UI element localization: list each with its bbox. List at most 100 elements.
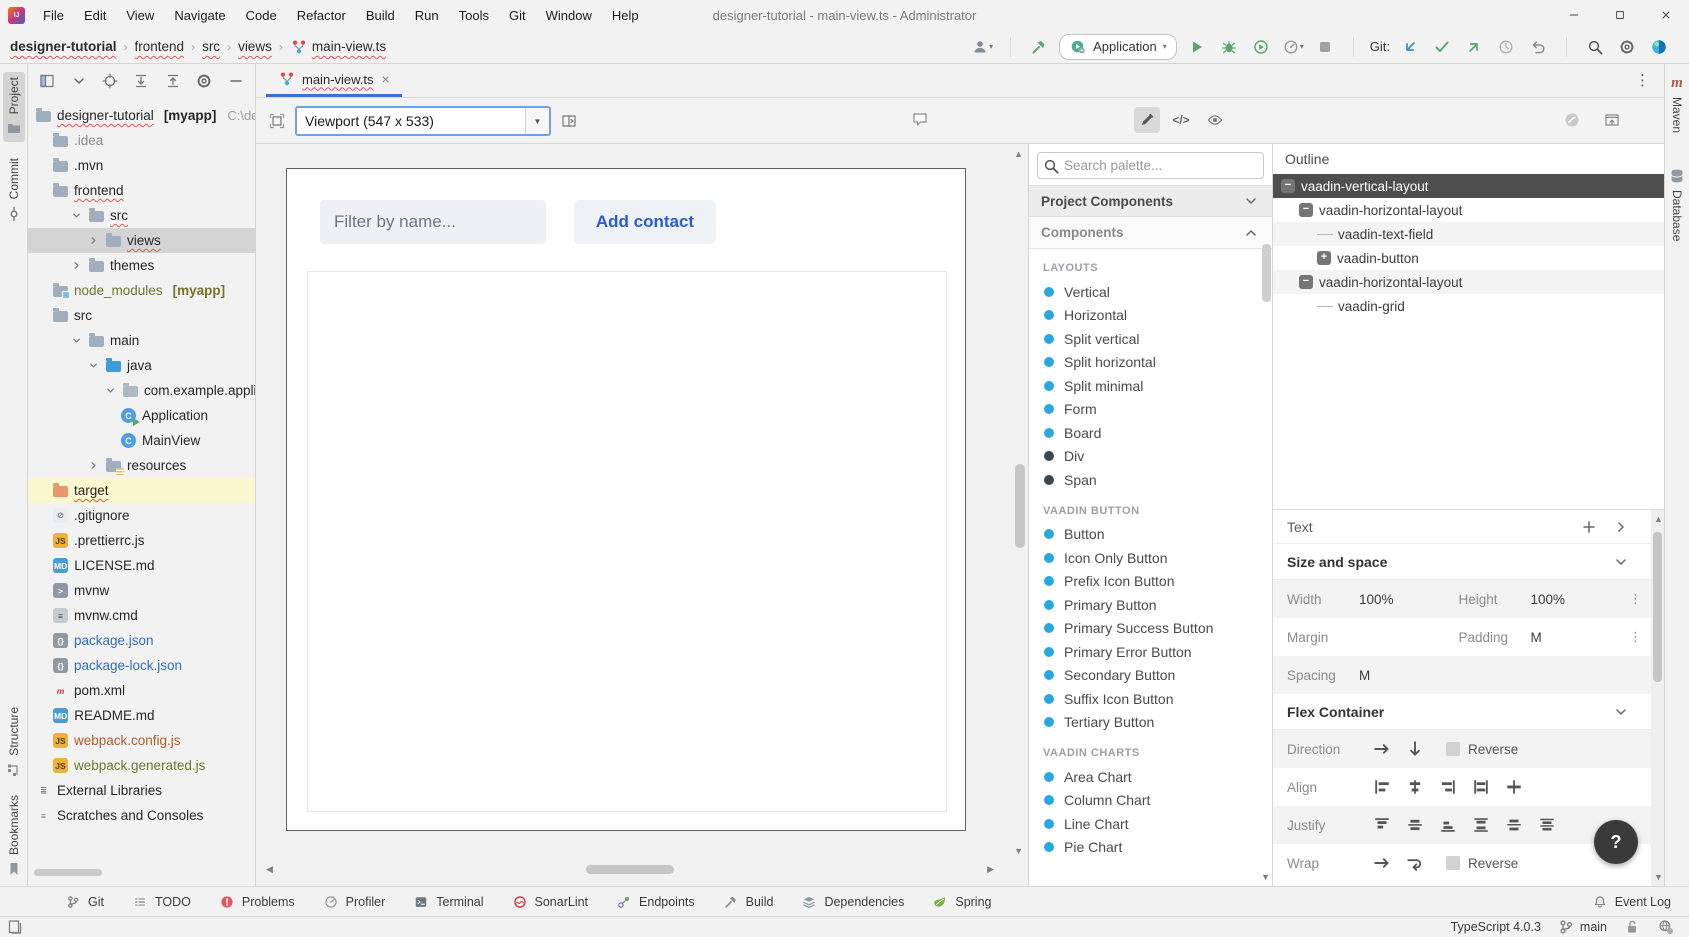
breadcrumb-item[interactable]: frontend [135, 39, 185, 54]
debug-button[interactable] [1217, 35, 1241, 59]
contacts-grid[interactable] [307, 271, 947, 812]
outline-item-vaadin-horizontal-layout[interactable]: −vaadin-horizontal-layout [1273, 198, 1664, 222]
max-button[interactable] [1597, 0, 1643, 30]
tree-item--prettierrc-js[interactable]: JS.prettierrc.js [28, 528, 255, 553]
breadcrumb-item[interactable]: src [202, 39, 220, 54]
palette-search-input[interactable] [1037, 152, 1264, 179]
menu-tools[interactable]: Tools [451, 5, 497, 26]
tree-item-webpack-config-js[interactable]: JSwebpack.config.js [28, 728, 255, 753]
menu-edit[interactable]: Edit [76, 5, 114, 26]
palette-item-suffix-icon-button[interactable]: Suffix Icon Button [1029, 687, 1272, 711]
rollback-button[interactable] [1526, 35, 1550, 59]
tree-item-main[interactable]: main [28, 328, 255, 353]
status-web-gear[interactable] [1657, 918, 1675, 936]
split-view-icon[interactable] [560, 112, 578, 130]
event-log-button[interactable]: Event Log [1591, 893, 1671, 911]
feedback-bubble-icon[interactable] [911, 110, 929, 128]
tree-item-webpack-generated-js[interactable]: JSwebpack.generated.js [28, 753, 255, 778]
canvas-vertical-scrollbar[interactable] [1015, 464, 1025, 548]
palette-item-split-vertical[interactable]: Split vertical [1029, 327, 1272, 351]
settings-button[interactable] [1615, 35, 1639, 59]
filter-by-name-field[interactable] [320, 200, 546, 244]
toolwindow-todo-button[interactable]: TODO [131, 893, 191, 911]
breadcrumb-item[interactable]: views [238, 39, 272, 54]
help-button[interactable]: ? [1594, 820, 1638, 864]
outline-item-vaadin-vertical-layout[interactable]: −vaadin-vertical-layout [1273, 174, 1664, 198]
project-toolbar-expand-all[interactable] [130, 69, 152, 93]
minus-icon[interactable]: − [1281, 179, 1295, 193]
field-spacing[interactable]: SpacingM [1287, 668, 1459, 683]
close-button[interactable] [1643, 0, 1689, 30]
history-button[interactable] [1494, 35, 1518, 59]
tree-item--mvn[interactable]: .mvn [28, 153, 255, 178]
wrap-reverse-icon[interactable] [1406, 854, 1424, 872]
outline-item-vaadin-button[interactable]: +vaadin-button [1273, 246, 1664, 270]
windows-stack-icon[interactable] [6, 918, 24, 936]
build-project-button[interactable] [1027, 35, 1051, 59]
palette-item-primary-button[interactable]: Primary Button [1029, 593, 1272, 617]
project-toolbar-settings[interactable] [193, 69, 215, 93]
tree-item-frontend[interactable]: frontend [28, 178, 255, 203]
palette-item-horizontal[interactable]: Horizontal [1029, 304, 1272, 328]
tree-item-src[interactable]: src [28, 303, 255, 328]
project-toolbar-panel-view[interactable] [36, 69, 58, 93]
tree-item-license-md[interactable]: MDLICENSE.md [28, 553, 255, 578]
chevron-down-icon[interactable] [1612, 703, 1630, 721]
tree-item-pom-xml[interactable]: mpom.xml [28, 678, 255, 703]
menu-run[interactable]: Run [407, 5, 447, 26]
tree-item-mvnw-cmd[interactable]: ≡mvnw.cmd [28, 603, 255, 628]
properties-scrollbar[interactable]: ▲ ▼ [1651, 510, 1664, 886]
plus-icon[interactable] [1580, 518, 1598, 536]
vcs-update-button[interactable] [1398, 35, 1422, 59]
tree-item-views[interactable]: views [28, 228, 255, 253]
reverse-checkbox[interactable] [1446, 742, 1460, 756]
sidebar-tab-commit[interactable]: Commit [5, 158, 23, 222]
properties-header-size-and-space[interactable]: Size and space [1273, 544, 1664, 580]
close-icon[interactable]: × [382, 71, 390, 87]
tree-item-package-lock-json[interactable]: {}package-lock.json [28, 653, 255, 678]
project-toolbar-chevron-down[interactable] [67, 69, 89, 93]
sidebar-tab-maven[interactable]: mMaven [1668, 74, 1686, 133]
justify-evenly-icon[interactable] [1538, 816, 1556, 834]
palette-item-split-horizontal[interactable]: Split horizontal [1029, 351, 1272, 375]
tab-main-view[interactable]: main-view.ts × [266, 64, 402, 97]
toolwindow-dependencies-button[interactable]: Dependencies [800, 893, 904, 911]
chevron-right-icon[interactable] [87, 459, 100, 472]
palette-group-components[interactable]: Components [1029, 217, 1272, 249]
palette-item-button[interactable]: Button [1029, 523, 1272, 547]
menu-navigate[interactable]: Navigate [166, 5, 233, 26]
outline-item-vaadin-text-field[interactable]: vaadin-text-field [1273, 222, 1664, 246]
sidebar-tab-bookmarks[interactable]: Bookmarks [5, 795, 23, 878]
arrow-down-icon[interactable] [1406, 740, 1424, 758]
palette-group-project-components[interactable]: Project Components [1029, 185, 1272, 217]
align-end-icon[interactable] [1439, 778, 1457, 796]
toolwindow-problems-button[interactable]: Problems [218, 893, 295, 911]
palette-item-prefix-icon-button[interactable]: Prefix Icon Button [1029, 570, 1272, 594]
project-horizontal-scrollbar[interactable] [34, 869, 102, 876]
design-viewport[interactable]: Add contact [286, 168, 966, 831]
push-button[interactable] [1462, 35, 1486, 59]
reverse-checkbox[interactable] [1446, 856, 1460, 870]
run-button[interactable] [1185, 35, 1209, 59]
menu-help[interactable]: Help [604, 5, 647, 26]
tree-item-node-modules[interactable]: node_modules[myapp] [28, 278, 255, 303]
tree-item-readme-md[interactable]: MDREADME.md [28, 703, 255, 728]
justify-between-icon[interactable] [1472, 816, 1490, 834]
palette-item-split-minimal[interactable]: Split minimal [1029, 374, 1272, 398]
tree-item-themes[interactable]: themes [28, 253, 255, 278]
field-padding[interactable]: PaddingM [1459, 630, 1631, 645]
tree-item-src[interactable]: src [28, 203, 255, 228]
palette-item-tertiary-button[interactable]: Tertiary Button [1029, 711, 1272, 735]
min-button[interactable] [1551, 0, 1597, 30]
tree-item--idea[interactable]: .idea [28, 128, 255, 153]
kebab-menu-icon[interactable]: ⋮ [1629, 629, 1642, 645]
palette-item-icon-only-button[interactable]: Icon Only Button [1029, 546, 1272, 570]
justify-center-icon[interactable] [1406, 816, 1424, 834]
menu-build[interactable]: Build [358, 5, 403, 26]
palette-item-div[interactable]: Div [1029, 445, 1272, 469]
scroll-right-icon[interactable]: ▶ [987, 865, 994, 874]
properties-header-flex-container[interactable]: Flex Container [1273, 694, 1664, 730]
kebab-menu-icon[interactable]: ⋮ [1629, 591, 1642, 607]
scroll-down-icon[interactable]: ▼ [1014, 847, 1023, 856]
status-unlock[interactable] [1623, 918, 1641, 936]
